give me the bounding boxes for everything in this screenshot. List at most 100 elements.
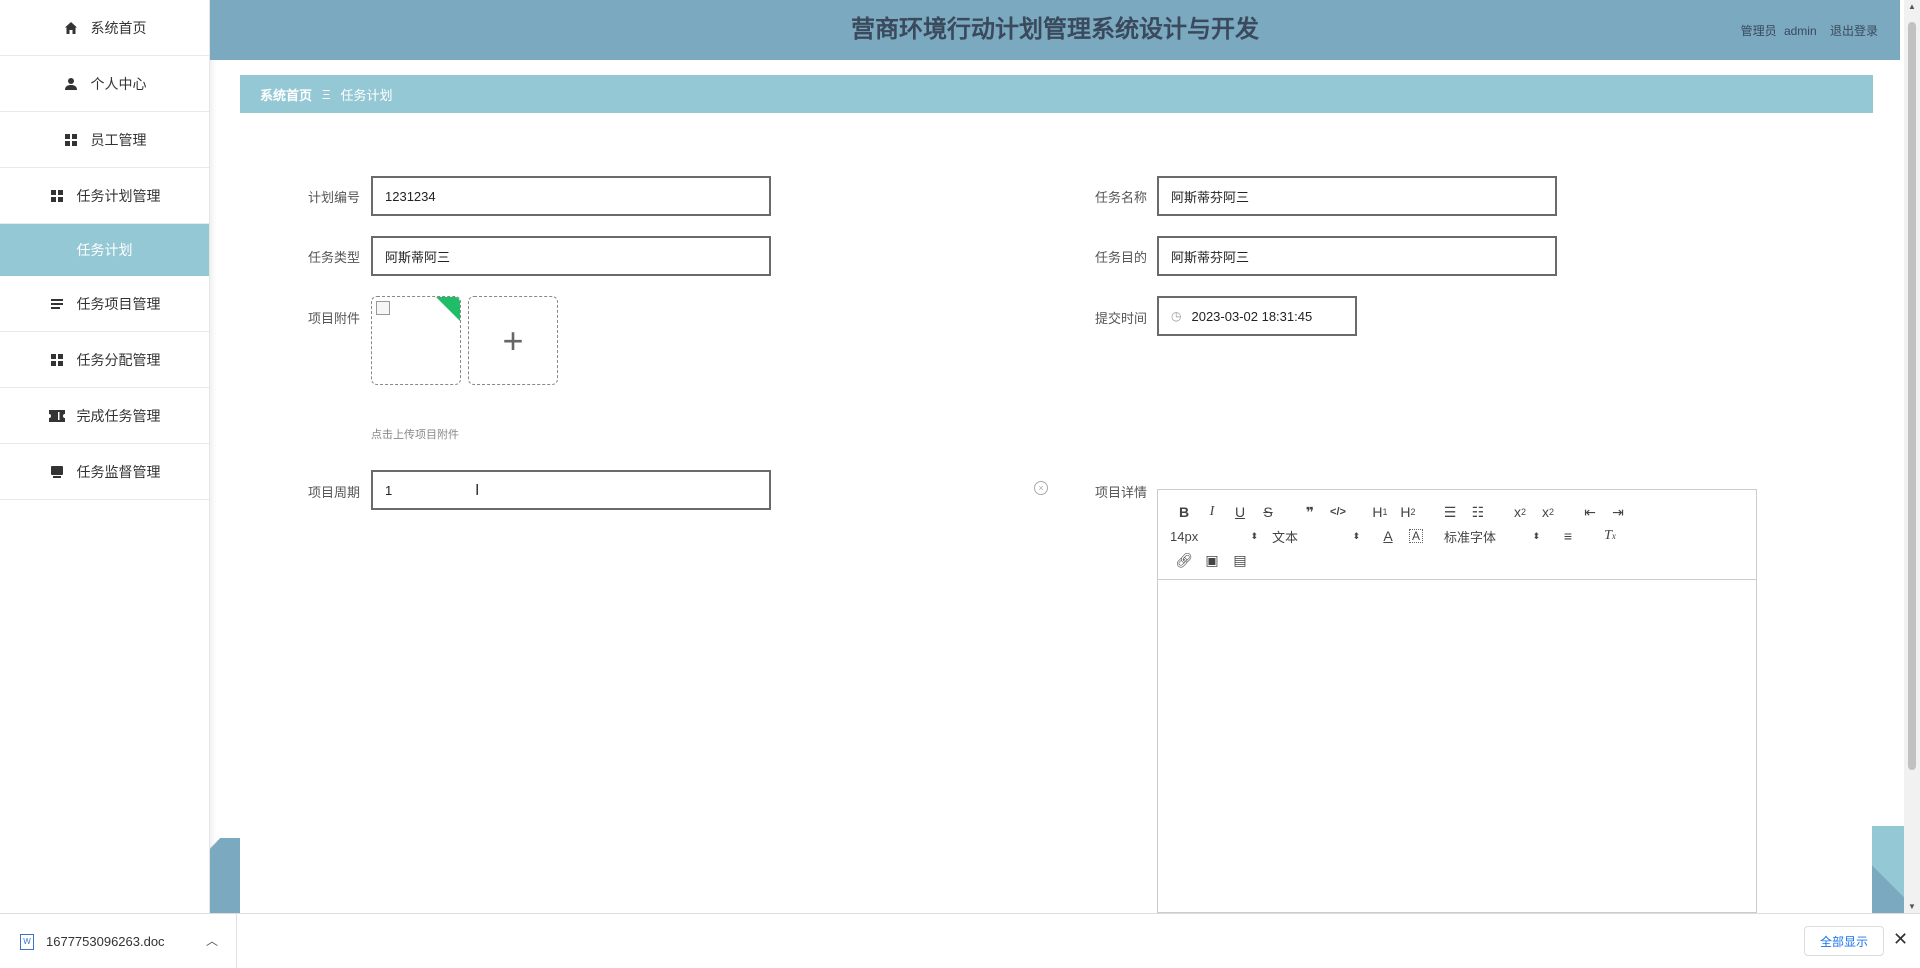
upload-tip: 点击上传项目附件 <box>371 429 459 441</box>
sidebar-item-label: 任务项目管理 <box>76 295 161 312</box>
scrollbar-thumb[interactable] <box>1908 22 1916 770</box>
sidebar-item-plan[interactable]: 任务计划 <box>0 224 209 276</box>
sidebar-item-staff[interactable]: 员工管理 <box>0 112 209 168</box>
sidebar-item-label: 员工管理 <box>90 131 147 148</box>
plus-icon: + <box>502 319 524 361</box>
detail-label: 项目详情 <box>1094 485 1147 500</box>
clock-icon: ◷ <box>1171 309 1182 323</box>
sidebar-item-supervise-mgmt[interactable]: 任务监督管理 <box>0 444 209 500</box>
editor-content-area[interactable] <box>1158 580 1756 913</box>
sidebar-item-assign-mgmt[interactable]: 任务分配管理 <box>0 332 209 388</box>
sidebar-item-label: 个人中心 <box>90 75 147 92</box>
text-cursor-icon: I <box>475 482 480 499</box>
breadcrumb-home[interactable]: 系统首页 <box>260 85 312 104</box>
task-type-value: 阿斯蒂阿三 <box>385 249 451 265</box>
vertical-scrollbar[interactable]: ▲ ▼ <box>1904 0 1920 913</box>
sidebar-item-label: 任务监督管理 <box>76 463 161 480</box>
subscript-button[interactable]: x2 <box>1506 501 1534 523</box>
submit-time-picker[interactable]: ◷ 2023-03-02 18:31:45 <box>1157 296 1357 336</box>
close-icon[interactable]: ✕ <box>1893 929 1908 950</box>
font-family-value: 标准字体 <box>1444 529 1497 545</box>
blockquote-icon[interactable]: ❞ <box>1296 501 1324 523</box>
bold-button[interactable]: B <box>1170 501 1198 523</box>
task-type-input[interactable]: 阿斯蒂阿三 <box>371 236 771 276</box>
download-bar: W 1677753096263.doc ︿ <box>0 913 1920 968</box>
user-name: admin <box>1783 24 1817 38</box>
home-icon <box>63 20 79 36</box>
grid-icon <box>49 352 65 368</box>
italic-button[interactable]: I <box>1198 501 1226 523</box>
sidebar-item-label: 任务分配管理 <box>76 351 161 368</box>
sidebar-item-home[interactable]: 系统首页 <box>0 0 209 56</box>
plan-no-input[interactable]: 1231234 <box>371 176 771 216</box>
task-goal-input[interactable]: 阿斯蒂芬阿三 <box>1157 236 1557 276</box>
decorative-corner-left <box>210 838 240 913</box>
sidebar-item-label: 任务计划 <box>76 242 133 258</box>
broken-image-icon <box>376 301 390 315</box>
align-icon[interactable]: ≡ <box>1554 525 1582 547</box>
strike-button[interactable]: S <box>1254 501 1282 523</box>
font-family-select[interactable]: 标准字体 ⬍ <box>1444 527 1540 546</box>
background-color-icon[interactable]: A <box>1409 529 1423 543</box>
scroll-up-icon[interactable]: ▲ <box>1908 2 1916 11</box>
font-size-value: 14px <box>1170 528 1199 544</box>
download-item[interactable]: W 1677753096263.doc ︿ <box>0 914 237 968</box>
block-type-select[interactable]: 文本 ⬍ <box>1272 527 1360 546</box>
grid-icon <box>63 132 79 148</box>
heading1-button[interactable]: H1 <box>1366 501 1394 523</box>
task-goal-value: 阿斯蒂芬阿三 <box>1171 249 1250 265</box>
video-icon[interactable]: ▤ <box>1226 549 1254 571</box>
clear-icon[interactable]: × <box>1034 481 1048 495</box>
indent-icon[interactable]: ⇥ <box>1604 501 1632 523</box>
user-role: 管理员 <box>1740 24 1777 38</box>
page-title: 营商环境行动计划管理系统设计与开发 <box>851 16 1259 43</box>
show-all-downloads-button[interactable]: 全部显示 <box>1804 926 1884 956</box>
uploaded-attachment-thumbnail[interactable] <box>371 296 461 385</box>
sidebar: 系统首页 个人中心 员工管理 任务计划管理 任务计划 任务项目管理 任务分配管理… <box>0 0 210 913</box>
clear-format-icon[interactable]: Tx <box>1596 525 1624 547</box>
upload-add-button[interactable]: + <box>468 296 558 385</box>
heading2-button[interactable]: H2 <box>1394 501 1422 523</box>
superscript-button[interactable]: x2 <box>1534 501 1562 523</box>
upload-success-badge <box>434 297 460 323</box>
header-user-area: 管理员 admin 退出登录 <box>1731 22 1878 39</box>
task-type-label: 任务类型 <box>307 250 360 265</box>
sidebar-item-label: 系统首页 <box>90 19 147 36</box>
sidebar-item-project-mgmt[interactable]: 任务项目管理 <box>0 276 209 332</box>
task-name-input[interactable]: 阿斯蒂芬阿三 <box>1157 176 1557 216</box>
ordered-list-icon[interactable]: ☰ <box>1436 501 1464 523</box>
attachment-label: 项目附件 <box>307 311 360 326</box>
outdent-icon[interactable]: ⇤ <box>1576 501 1604 523</box>
link-icon[interactable]: 🔗︎ <box>1170 549 1198 571</box>
sidebar-item-label: 任务计划管理 <box>76 187 161 204</box>
app-window: 系统首页 个人中心 员工管理 任务计划管理 任务计划 任务项目管理 任务分配管理… <box>0 0 1920 968</box>
breadcrumb-current: 任务计划 <box>340 87 393 103</box>
logout-link[interactable]: 退出登录 <box>1830 24 1878 38</box>
task-goal-label: 任务目的 <box>1094 250 1147 265</box>
block-type-value: 文本 <box>1272 529 1299 545</box>
cycle-value: 1 <box>385 482 393 498</box>
code-icon[interactable]: </> <box>1324 501 1352 523</box>
font-size-select[interactable]: 14px ⬍ <box>1170 529 1258 544</box>
select-caret-icon: ⬍ <box>1532 530 1540 541</box>
bullet-list-icon[interactable]: ☷ <box>1464 501 1492 523</box>
underline-button[interactable]: U <box>1226 501 1254 523</box>
toolbar-row: 14px ⬍ 文本 ⬍ A A 标准字体 ⬍ ≡ Tx <box>1170 524 1744 548</box>
task-name-label: 任务名称 <box>1094 190 1147 205</box>
editor-toolbar: B I U S ❞ </> H1 H2 ☰ ☷ x2 x2 ⇤ ⇥ 14px ⬍… <box>1158 490 1756 580</box>
chevron-up-icon[interactable]: ︿ <box>206 932 218 949</box>
user-icon <box>63 76 79 92</box>
grid-icon <box>49 188 65 204</box>
submit-time-value: 2023-03-02 18:31:45 <box>1191 308 1313 324</box>
plan-no-label: 计划编号 <box>307 190 360 205</box>
breadcrumb: 系统首页 Ξ 任务计划 <box>240 75 1873 113</box>
text-color-icon[interactable]: A <box>1374 525 1402 547</box>
top-header: 营商环境行动计划管理系统设计与开发 管理员 admin 退出登录 <box>210 0 1900 60</box>
cycle-input[interactable]: 1 <box>371 470 771 510</box>
sidebar-item-plan-mgmt[interactable]: 任务计划管理 <box>0 168 209 224</box>
sidebar-item-profile[interactable]: 个人中心 <box>0 56 209 112</box>
image-icon[interactable]: ▣ <box>1198 549 1226 571</box>
decorative-corner-right <box>1872 826 1904 913</box>
sidebar-item-complete-mgmt[interactable]: 完成任务管理 <box>0 388 209 444</box>
scroll-down-icon[interactable]: ▼ <box>1908 902 1916 911</box>
